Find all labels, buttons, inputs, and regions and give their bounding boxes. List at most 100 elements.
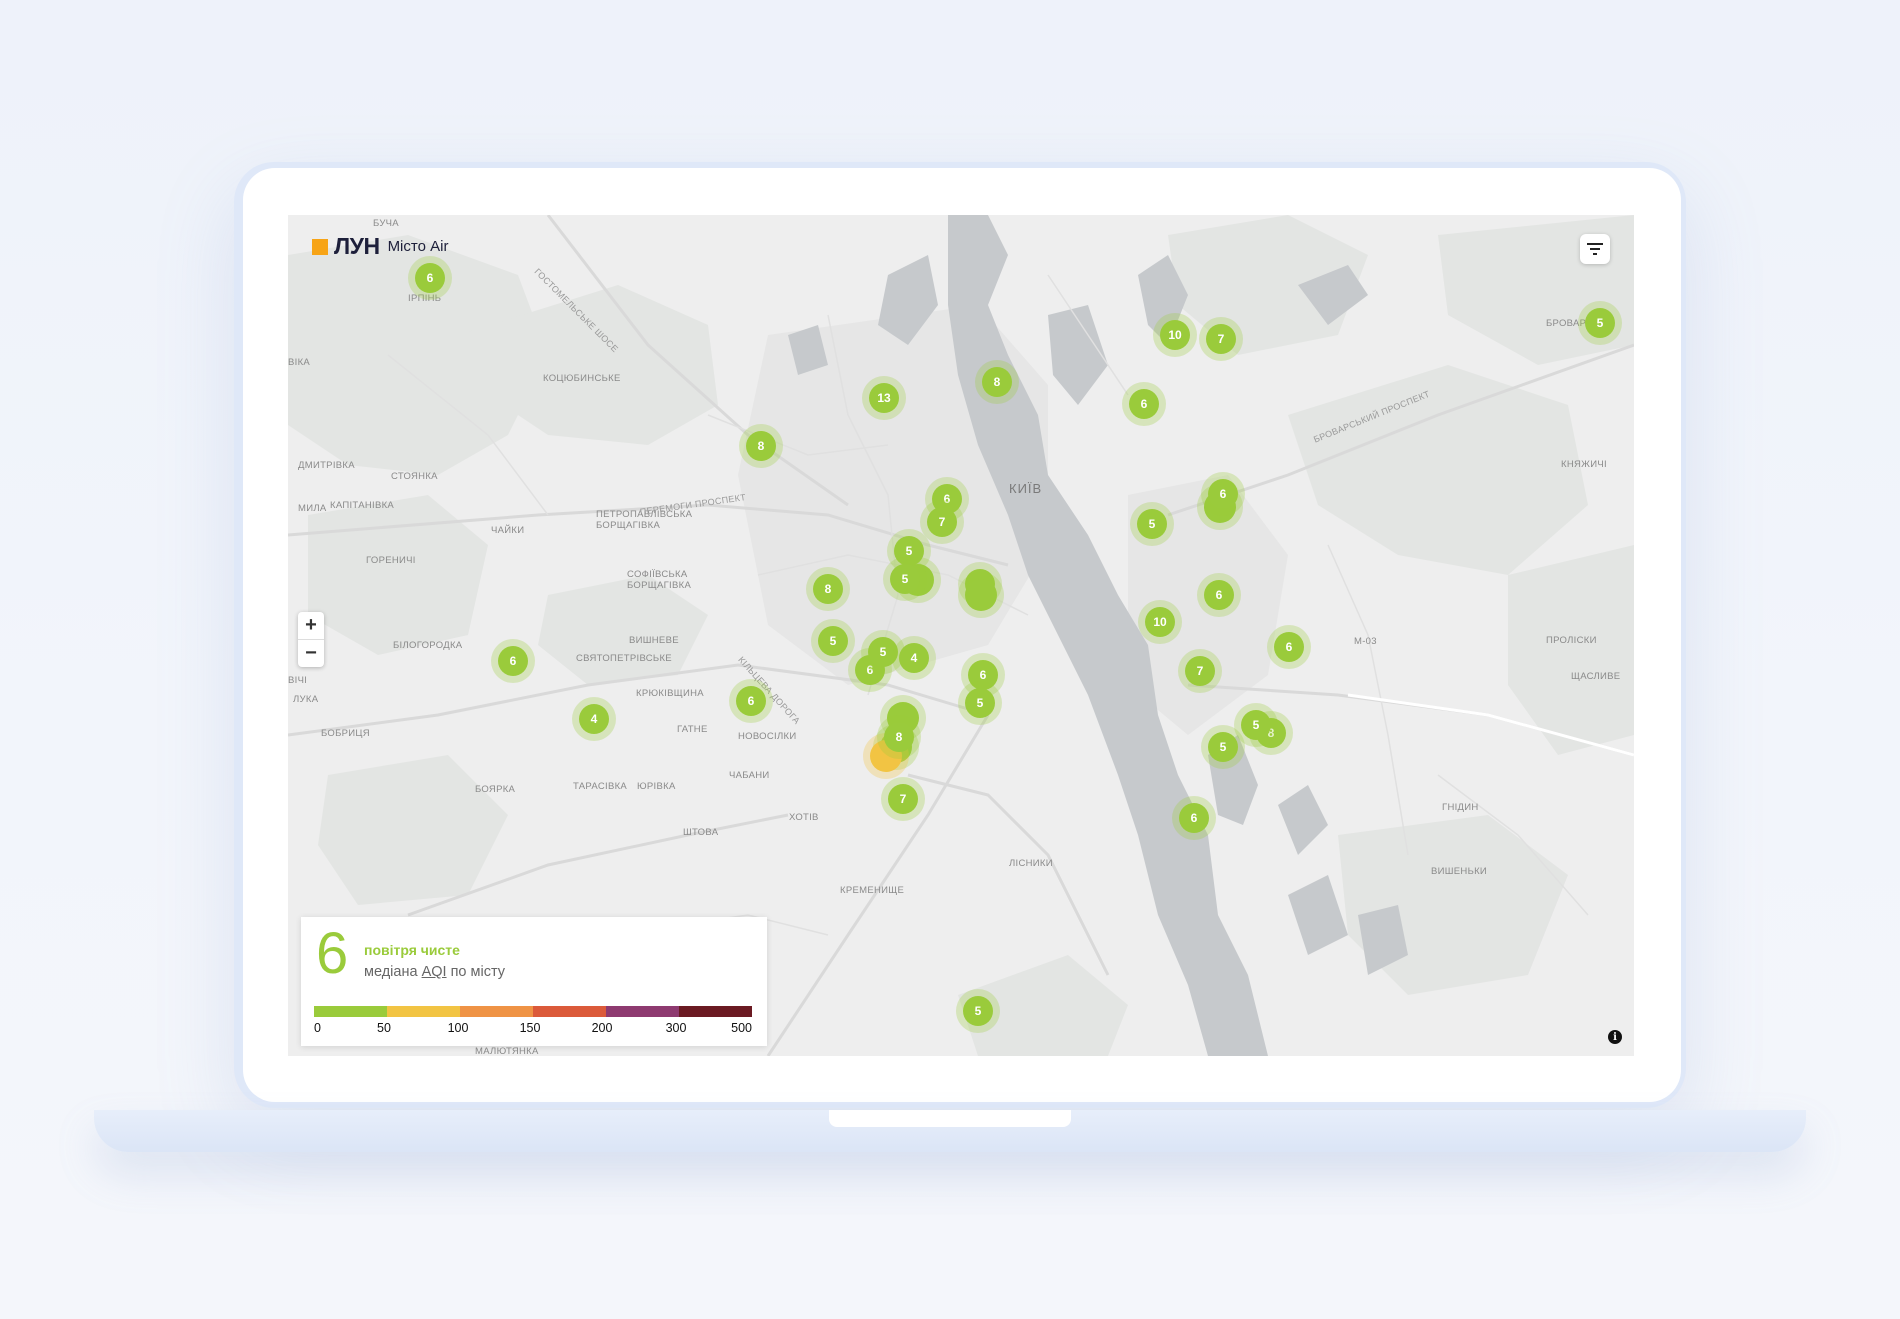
info-icon[interactable]: i [1608, 1030, 1622, 1044]
aqi-station-marker[interactable]: 5 [1241, 710, 1271, 740]
app-logo[interactable]: ЛУН Місто Air [312, 235, 448, 258]
place-label: ШТОВА [683, 827, 719, 838]
place-label: МАЛЮТЯНКА [475, 1046, 539, 1056]
aqi-station-marker[interactable]: 8 [813, 574, 843, 604]
place-label: ЮРІВКА [637, 781, 676, 792]
aqi-station-marker[interactable]: 8 [884, 722, 914, 752]
place-label: БОЯРКА [475, 784, 516, 795]
place-label: КНЯЖИЧІ [1561, 459, 1607, 470]
filter-button[interactable] [1580, 234, 1610, 264]
aqi-color-scale [314, 1006, 752, 1017]
place-label: ВІКА [288, 357, 311, 368]
aqi-station-marker[interactable]: 6 [1204, 580, 1234, 610]
place-label: СВЯТОПЕТРІВСЬКЕ [576, 653, 672, 664]
place-label: СОФІЇВСЬКА [627, 569, 688, 580]
aqi-station-marker[interactable]: 6 [736, 686, 766, 716]
aqi-scale-label: 200 [591, 1021, 613, 1035]
place-label: ЩАСЛИВЕ [1571, 671, 1621, 682]
place-label: КАПІТАНІВКА [330, 500, 395, 511]
aqi-scale-segment [606, 1006, 679, 1017]
aqi-station-marker[interactable]: 5 [1137, 509, 1167, 539]
aqi-station-marker[interactable]: 8 [746, 431, 776, 461]
zoom-control: + − [298, 612, 324, 667]
place-label: ІРПІНЬ [408, 293, 442, 304]
aqi-station-marker[interactable]: 5 [1585, 308, 1615, 338]
aqi-station-marker[interactable]: 5 [965, 688, 995, 718]
aqi-scale-segment [460, 1006, 533, 1017]
place-label: КРЕМЕНИЩЕ [840, 885, 905, 896]
aqi-station-marker[interactable]: 5 [1208, 732, 1238, 762]
aqi-station-marker[interactable]: 6 [415, 263, 445, 293]
aqi-station-marker[interactable]: 7 [1206, 324, 1236, 354]
map-view[interactable]: БУЧА ІРПІНЬ КОЦЮБИНСЬКЕ ДМИТРІВКА СТОЯНКА КАП… [288, 215, 1634, 1056]
aqi-scale-label: 100 [447, 1021, 469, 1035]
place-label: ПРОЛІСКИ [1546, 635, 1597, 646]
laptop-notch [829, 1110, 1071, 1127]
aqi-station-marker[interactable]: 5 [894, 536, 924, 566]
place-label: КОЦЮБИНСЬКЕ [543, 373, 621, 384]
place-label: ТАРАСІВКА [573, 781, 628, 792]
zoom-out-button[interactable]: − [298, 640, 324, 667]
place-label: БОРЩАГІВКА [627, 580, 692, 591]
logo-brand: ЛУН [334, 233, 380, 259]
aqi-station-marker[interactable]: 6 [1129, 389, 1159, 419]
aqi-station-marker[interactable]: 5 [868, 637, 898, 667]
aqi-scale-label: 300 [665, 1021, 687, 1035]
place-label: ГОРЕНИЧІ [366, 555, 416, 566]
aqi-station-marker[interactable]: 6 [1274, 632, 1304, 662]
place-label: БУЧА [373, 218, 399, 229]
aqi-station-marker[interactable]: 5 [818, 626, 848, 656]
aqi-station-marker[interactable]: 6 [1208, 479, 1238, 509]
place-label: МИЛА [298, 503, 327, 514]
aqi-station-marker[interactable]: 8 [982, 367, 1012, 397]
aqi-station-marker[interactable]: 7 [927, 507, 957, 537]
place-label: ВИШЕНЬКИ [1431, 866, 1488, 877]
filter-icon [1587, 243, 1603, 255]
aqi-caption-prefix: медіана [364, 964, 422, 980]
aqi-scale-segment [533, 1006, 606, 1017]
aqi-scale-segment [679, 1006, 752, 1017]
aqi-station-marker[interactable]: 6 [968, 660, 998, 690]
place-label: ЛУКА [293, 694, 319, 705]
aqi-scale-segment [314, 1006, 387, 1017]
zoom-in-button[interactable]: + [298, 612, 324, 639]
aqi-station-marker[interactable]: 10 [1160, 320, 1190, 350]
aqi-median-value: 6 [316, 921, 349, 986]
aqi-station-marker[interactable] [965, 579, 997, 611]
aqi-station-marker[interactable]: 4 [579, 704, 609, 734]
logo-mark [312, 238, 328, 255]
place-label: ЧАБАНИ [729, 770, 770, 781]
place-label: ГНІДИН [1442, 802, 1479, 813]
aqi-scale-segment [387, 1006, 460, 1017]
aqi-station-marker[interactable]: 4 [899, 643, 929, 673]
aqi-scale-label: 50 [377, 1021, 391, 1035]
aqi-scale-labels: 0 50 100 150 200 300 500 [314, 1021, 752, 1037]
place-label: ГАТНЕ [677, 724, 708, 735]
aqi-station-marker[interactable]: 10 [1145, 607, 1175, 637]
aqi-station-marker[interactable]: 5 [963, 996, 993, 1026]
place-label: КРЮКІВЩИНА [636, 688, 704, 699]
aqi-scale-label: 0 [314, 1021, 321, 1035]
place-label: ВИШНЕВЕ [629, 635, 679, 646]
logo-product: Місто Air [387, 238, 449, 255]
place-label: ХОТІВ [789, 812, 819, 823]
place-label: ДМИТРІВКА [298, 460, 355, 471]
aqi-info-link[interactable]: AQI [422, 964, 447, 980]
aqi-station-marker[interactable]: 5 [890, 564, 920, 594]
place-label: БОБРИЦЯ [321, 728, 370, 739]
aqi-summary-panel: 6 повітря чисте медіана AQI по місту 0 50… [301, 917, 767, 1046]
aqi-station-marker[interactable]: 7 [888, 784, 918, 814]
aqi-caption: медіана AQI по місту [364, 964, 505, 980]
aqi-station-marker[interactable]: 7 [1185, 656, 1215, 686]
place-label: БІЛОГОРОДКА [393, 640, 463, 651]
aqi-caption-suffix: по місту [446, 964, 506, 980]
aqi-station-marker[interactable]: 13 [869, 383, 899, 413]
place-label: ЧАЙКИ [491, 525, 525, 536]
aqi-station-marker[interactable]: 6 [498, 646, 528, 676]
place-label: НОВОСІЛКИ [738, 731, 797, 742]
place-label: КИЇВ [1009, 481, 1043, 496]
place-label: ВІЧІ [288, 675, 308, 686]
aqi-station-marker[interactable]: 6 [1179, 803, 1209, 833]
place-label: ЛІСНИКИ [1009, 858, 1053, 869]
aqi-scale-label: 150 [519, 1021, 541, 1035]
